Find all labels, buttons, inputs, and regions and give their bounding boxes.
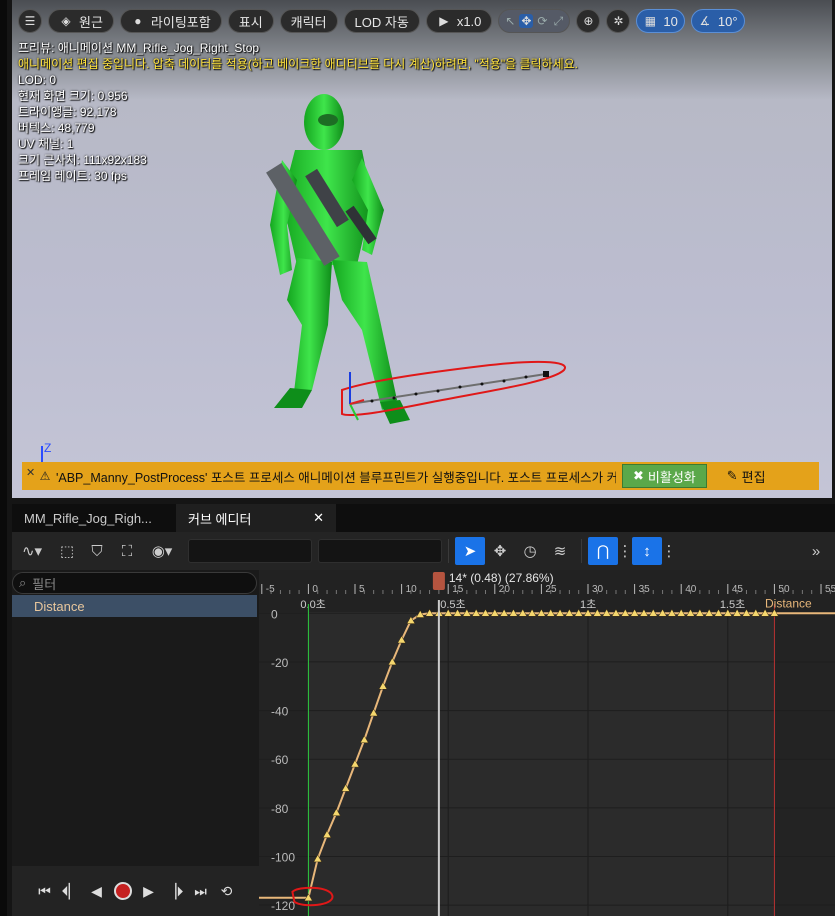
disable-label: 비활성화 [647,469,696,485]
value-tick-label: -80 [271,802,289,816]
multi-curve-tool-button[interactable]: ≋ [545,537,575,565]
value-tick-label: -20 [271,656,289,670]
warning-close-button[interactable]: ✕ [26,466,35,479]
tab-curve-editor-label: 커브 에디터 [188,511,252,527]
disable-button[interactable]: ✖ 비활성화 [622,464,707,488]
time-label: 0.0초 [300,598,325,611]
transform-icon: ✥ [493,543,507,560]
toolbar-separator [448,539,449,563]
world-axis-label: Z [44,441,52,455]
tab-close-icon[interactable]: ✕ [313,510,324,526]
transform-tool-button[interactable]: ✥ [485,537,515,565]
frame-tick-label: -5 [266,584,275,595]
scene-layer [41,94,567,462]
value-tick-label: -40 [271,705,289,719]
value-snap-icon: ↕ [643,542,651,560]
multi-curve-icon: ≋ [553,543,567,560]
time-label: 1.5초 [720,598,745,611]
time-label: 0.5초 [440,598,465,611]
warning-icon: ⚠ [39,469,51,483]
curve-graph-svg[interactable]: -5 0 5 10 15 20 25 30 35 40 45 50 550.0초 0.5초 1초 1.5초0-… [259,570,835,916]
plot-bg [259,612,835,916]
record-icon [113,882,132,900]
animation-viewport[interactable]: ☰ ◈ 원근 ● 라이팅포함 표시 캐릭터 LOD 자동 ▶ x1.0 ↖ ✥ ⟳ ⤢… [12,0,832,498]
loop-button[interactable]: ⟲ [218,882,236,900]
magnet-icon: ⋂ [596,543,610,560]
record-button[interactable] [113,882,132,900]
tab-animation[interactable]: MM_Rifle_Jog_Righ... [12,504,176,532]
play-reverse-button[interactable]: ◀ [88,882,106,900]
clock-icon: ◷ [523,543,537,560]
value-snap-button[interactable]: ↕ [632,537,662,565]
playhead-label: 14* (0.48) (27.86%) [449,571,554,585]
close-x-icon: ✖ [633,468,644,483]
time-snap-button[interactable]: ⋂ [588,537,618,565]
expand-toolbar-button[interactable]: » [801,537,831,565]
double-chevron-right-icon: » [811,542,821,560]
shield-icon: ⛉ [91,542,103,560]
play-forward-button[interactable]: ▶ [140,882,158,900]
step-forward-button[interactable]: ▕⏵ [166,882,184,900]
postprocess-warning-bar: ⚠ 'ABP_Manny_PostProcess' 포스트 프로세스 애니메이션… [22,462,819,490]
pencil-icon: ✎ [726,468,738,483]
skip-to-start-button[interactable]: ⏮ [36,882,54,900]
retime-tool-button[interactable]: ◷ [515,537,545,565]
skip-to-end-button[interactable]: ⏭ [192,882,210,900]
key-value-input[interactable] [318,539,442,563]
value-tick-label: 0 [271,607,278,621]
warning-text: 'ABP_Manny_PostProcess' 포스트 프로세스 애니메이션 블… [56,470,616,485]
curve-view-dropdown[interactable]: ∿▾ [12,537,52,565]
frame-selection-button[interactable]: ⬚ [52,537,82,565]
frame-all-icon: ⛶ [121,542,133,560]
root-y-axis [349,403,359,421]
normalize-button[interactable]: ⛉ [82,537,112,565]
frame-all-button[interactable]: ⛶ [112,537,142,565]
value-tick-label: -60 [271,753,289,767]
select-tool-button[interactable]: ➤ [455,537,485,565]
tab-animation-label: MM_Rifle_Jog_Righ... [24,510,152,526]
curve-list-panel: ⌕ 필터 Distance ⏮ ⏴▏ ◀ ▶ ▕⏵ ⏭ ⟲ [12,570,259,916]
out-of-range-right [774,612,835,916]
value-tick-label: -100 [271,850,295,864]
more-vertical-icon: ⋮ [617,543,633,560]
more-vertical-icon: ⋮ [661,543,677,560]
curve-wave-icon: ∿▾ [21,543,43,560]
edit-button[interactable]: ✎ 편집 [717,465,776,487]
cursor-icon: ➤ [463,543,477,560]
value-snap-options[interactable]: ⋮ [661,537,677,565]
frame-selection-icon: ⬚ [59,543,75,560]
value-tick-label: -120 [271,899,295,913]
edit-label: 편집 [741,469,766,485]
time-snap-options[interactable]: ⋮ [617,537,633,565]
eye-icon: ◉▾ [151,543,173,560]
mannequin-character[interactable] [266,94,410,424]
visibility-dropdown[interactable]: ◉▾ [142,537,182,565]
filter-placeholder: 필터 [32,576,57,592]
transport-controls: ⏮ ⏴▏ ◀ ▶ ▕⏵ ⏭ ⟲ [12,866,259,916]
filter-search-box[interactable]: ⌕ 필터 [12,572,257,594]
curve-item-label: Distance [34,598,85,614]
search-icon: ⌕ [19,575,27,590]
toolbar-separator [581,539,582,563]
left-edge-strip [0,0,7,916]
tab-curve-editor[interactable]: 커브 에디터 ✕ [176,504,336,532]
step-back-button[interactable]: ⏴▏ [62,882,80,900]
curve-name-label: Distance [765,596,812,610]
editor-tabs: MM_Rifle_Jog_Righ... 커브 에디터 ✕ [12,504,835,532]
key-time-input[interactable] [188,539,312,563]
playhead-handle[interactable] [432,572,445,590]
curve-graph[interactable]: -5 0 5 10 15 20 25 30 35 40 45 50 55 0.0초 0.5초 1초 1.5초 0-… [259,570,835,916]
curve-list-item-distance[interactable]: Distance [12,595,257,617]
curve-editor-toolbar: ∿▾ ⬚ ⛉ ⛶ ◉▾ ➤ ✥ ◷ ≋ ⋂ ⋮ ↕ ⋮ » [12,532,835,570]
